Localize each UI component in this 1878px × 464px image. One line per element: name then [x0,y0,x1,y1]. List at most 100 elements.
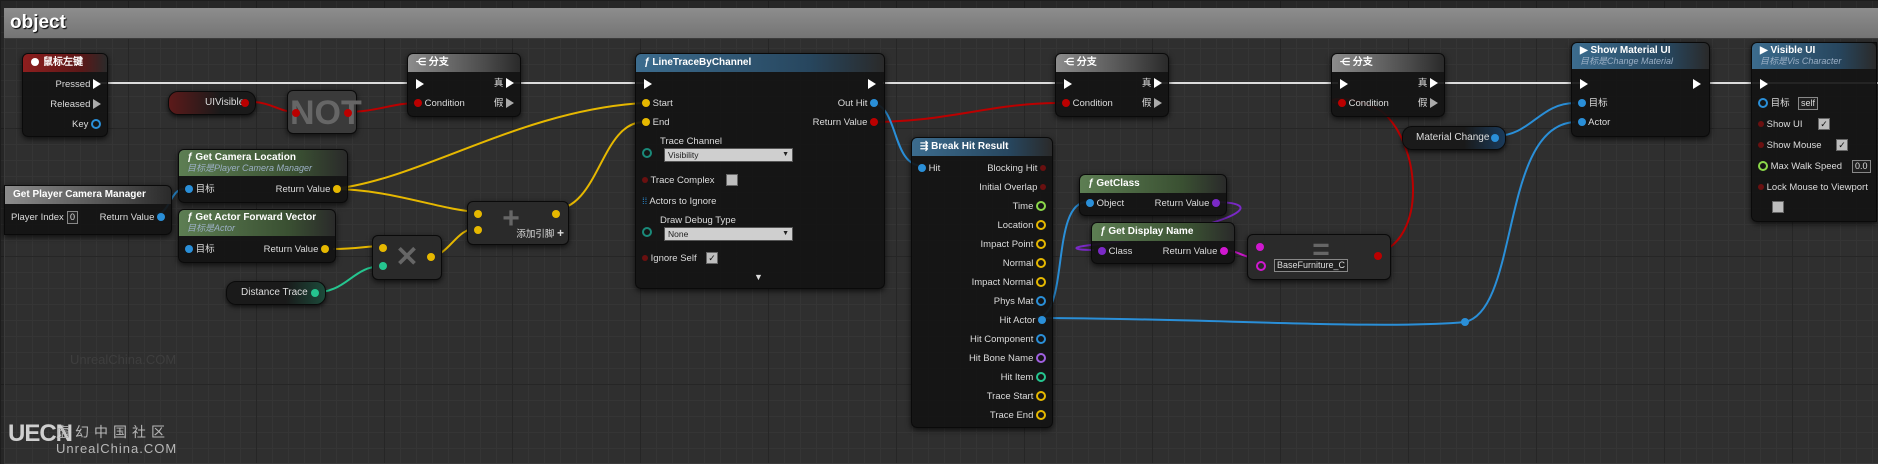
get-camera-location-node[interactable]: ƒ Get Camera Location 目标是Player Camera Ma… [178,149,348,203]
blocking-hit-pin[interactable]: Blocking Hit [987,163,1046,175]
true-pin[interactable]: 真 [1142,78,1162,90]
max-walk-speed-pin[interactable]: Max Walk Speed [1758,161,1842,173]
condition-pin[interactable]: Condition [1338,98,1389,110]
target-pin[interactable]: 目标 [1758,98,1790,110]
draw-debug-dropdown[interactable]: None [664,227,793,241]
show-ui-pin[interactable]: Show UI [1758,119,1803,131]
actor-pin[interactable]: Actor [1578,117,1610,129]
exec-in-icon[interactable] [644,79,652,89]
ui-visible-variable[interactable]: UIVisible [168,91,256,115]
multiply-node[interactable]: ✕ [372,235,442,280]
condition-pin[interactable]: Condition [1062,98,1113,110]
branch-node-2[interactable]: ⋲ 分支 真 Condition 假 [1055,53,1169,117]
out-hit-pin[interactable]: Out Hit [838,98,878,110]
equal-string-node[interactable]: = BaseFurniture_C [1247,233,1391,280]
bool-pin-icon [1040,184,1046,191]
show-material-title: Show Material UI [1590,45,1671,56]
false-pin[interactable]: 假 [1142,98,1162,110]
false-pin[interactable]: 假 [494,98,514,110]
add-node[interactable]: + 添加引脚 + [467,201,569,245]
exec-in-icon[interactable] [1340,79,1348,89]
trace-channel-dropdown[interactable]: Visibility [664,148,793,162]
hit-component-pin[interactable]: Hit Component [970,334,1046,346]
vector-in-icon [474,210,482,218]
compare-string-input[interactable]: BaseFurniture_C [1274,259,1349,272]
exec-in-icon[interactable] [1580,79,1588,89]
return-value-pin[interactable]: Return Value [264,244,329,256]
trace-end-pin[interactable]: Trace End [990,410,1046,422]
object-pin[interactable]: Object [1086,198,1124,210]
impact-point-pin[interactable]: Impact Point [981,239,1046,251]
trace-start-pin[interactable]: Trace Start [987,391,1046,403]
lock-mouse-checkbox[interactable] [1772,201,1784,213]
target-self-field[interactable]: self [1798,97,1819,110]
return-value-pin[interactable]: Return Value [100,212,165,224]
exec-in-icon[interactable] [416,79,424,89]
branch-node-1[interactable]: ⋲ 分支 真 Condition 假 [407,53,521,117]
trace-complex-pin[interactable]: Trace Complex [642,175,715,187]
mouse-left-button-event-node[interactable]: 鼠标左键 Pressed Released Key [22,53,108,137]
add-pin-button[interactable]: 添加引脚 + [516,227,564,241]
expand-arrow-icon[interactable]: ▼ [754,272,763,282]
enum-pin-icon[interactable] [642,227,652,237]
hit-item-pin[interactable]: Hit Item [1001,372,1046,384]
released-pin[interactable]: Released [50,99,101,111]
hit-actor-pin[interactable]: Hit Actor [999,315,1046,327]
get-display-name-node[interactable]: ƒ Get Display Name Class Return Value [1091,222,1235,264]
show-mouse-pin[interactable]: Show Mouse [1758,140,1822,152]
material-change-variable[interactable]: Material Change [1402,126,1506,150]
lock-mouse-pin[interactable]: Lock Mouse to Viewport [1758,182,1868,194]
enum-pin-icon[interactable] [642,148,652,158]
exec-out-icon[interactable] [1693,79,1701,89]
break-hit-result-node[interactable]: ⇶ Break Hit Result Hit Blocking Hit Init… [911,137,1053,428]
phys-mat-pin[interactable]: Phys Mat [994,296,1046,308]
false-pin[interactable]: 假 [1418,98,1438,110]
condition-pin[interactable]: Condition [414,98,465,110]
exec-in-icon[interactable] [1064,79,1072,89]
initial-overlap-pin[interactable]: Initial Overlap [979,182,1046,194]
return-value-pin[interactable]: Return Value [813,117,878,129]
not-node[interactable]: NOT [287,90,362,134]
line-trace-header: ƒ LineTraceByChannel [636,54,884,72]
class-pin[interactable]: Class [1098,246,1132,258]
ignore-self-checkbox[interactable]: ✓ [706,252,718,264]
get-actor-forward-vector-node[interactable]: ƒ Get Actor Forward Vector 目标是Actor 目标 Re… [178,209,336,263]
branch-node-3[interactable]: ⋲ 分支 真 Condition 假 [1331,53,1445,117]
hit-bone-name-pin[interactable]: Hit Bone Name [969,353,1046,365]
normal-pin[interactable]: Normal [1003,258,1046,270]
target-pin[interactable]: 目标 [185,184,215,196]
start-pin[interactable]: Start [642,98,673,110]
max-walk-speed-input[interactable]: 0.0 [1852,160,1871,173]
output-label: Impact Normal [971,277,1034,288]
get-class-node[interactable]: ƒ GetClass Object Return Value [1079,174,1227,216]
player-index-pin[interactable]: Player Index [11,212,64,224]
return-value-pin[interactable]: Return Value [1163,246,1228,258]
player-index-input[interactable]: 0 [67,211,79,224]
exec-in-icon[interactable] [1760,79,1768,89]
trace-complex-checkbox[interactable] [726,174,738,186]
location-pin[interactable]: Location [997,220,1046,232]
time-pin[interactable]: Time [1013,201,1046,213]
show-mouse-checkbox[interactable]: ✓ [1836,139,1848,151]
exec-out-icon[interactable] [868,79,876,89]
return-value-pin[interactable]: Return Value [276,184,341,196]
impact-normal-pin[interactable]: Impact Normal [972,277,1046,289]
return-value-pin[interactable]: Return Value [1155,198,1220,210]
target-pin[interactable]: 目标 [185,244,215,256]
ignore-self-pin[interactable]: Ignore Self [642,253,697,265]
true-pin[interactable]: 真 [1418,78,1438,90]
object-pin-icon [1036,296,1046,307]
actors-to-ignore-pin[interactable]: ⁞⁞ Actors to Ignore [642,196,716,208]
key-pin[interactable]: Key [72,119,101,131]
line-trace-by-channel-node[interactable]: ƒ LineTraceByChannel Start Out Hit End R… [635,53,885,289]
end-pin[interactable]: End [642,117,670,129]
visible-ui-node[interactable]: ▶ Visible UI 目标是Vis Character 目标 self Sho… [1751,42,1877,222]
hit-input-pin[interactable]: Hit [918,163,940,175]
pressed-pin[interactable]: Pressed [56,79,101,91]
true-pin[interactable]: 真 [494,78,514,90]
show-ui-checkbox[interactable]: ✓ [1818,118,1830,130]
get-player-camera-manager-node[interactable]: Get Player Camera Manager Player Index 0… [4,185,172,235]
target-pin[interactable]: 目标 [1578,98,1608,110]
show-material-ui-node[interactable]: ▶ Show Material UI 目标是Change Material 目标 … [1571,42,1710,137]
distance-trace-variable[interactable]: Distance Trace [226,281,326,305]
